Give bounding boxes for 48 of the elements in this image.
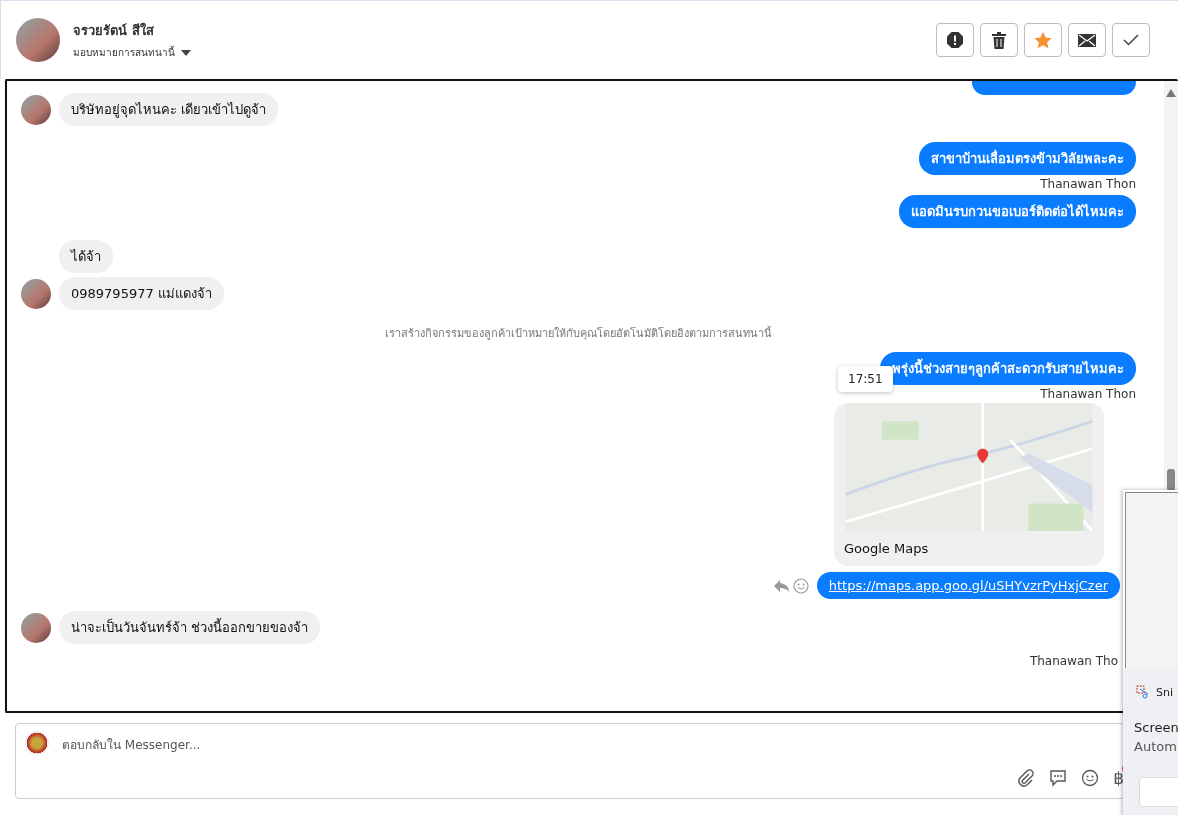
- page-avatar: [25, 731, 49, 755]
- message-bubble: 0989795977 แม่แดงจ้า: [59, 277, 224, 310]
- report-button[interactable]: [936, 23, 974, 57]
- smiley-icon: [1081, 769, 1100, 787]
- caret-icon: [181, 49, 191, 56]
- done-button[interactable]: [1112, 23, 1150, 57]
- emoji-button[interactable]: [1081, 769, 1100, 787]
- sender-name: Thanawan Thon: [1040, 387, 1136, 401]
- message-bubble: แอดมินรบกวนขอเบอร์ติดต่อได้ไหมคะ: [899, 195, 1136, 228]
- scrollbar-thumb[interactable]: [1167, 469, 1175, 491]
- star-icon: [1034, 31, 1052, 49]
- notification-body: Autom: [1134, 739, 1177, 754]
- contact-name: จรวยรัตน์ สีใส: [73, 21, 155, 40]
- paperclip-icon: [1017, 769, 1036, 787]
- message-bubble: ได้จ้า: [59, 240, 113, 273]
- smiley-icon[interactable]: [792, 577, 809, 594]
- reply-input[interactable]: ตอบกลับใน Messenger...: [60, 737, 664, 753]
- notification-title: Screen: [1134, 720, 1178, 735]
- message-bubble: สาขาบ้านเลื่อมตรงข้ามวิลัยพละคะ: [919, 142, 1136, 175]
- system-notice: เราสร้างกิจกรรมของลูกค้าเป้าหมายให้กับคุณโดยอัตโนมัติโดยอิงตามการสนทนานี้: [385, 325, 772, 342]
- assign-dropdown[interactable]: มอบหมายการสนทนานี้: [73, 45, 191, 60]
- saved-reply-button[interactable]: [1049, 769, 1068, 787]
- envelope-icon: [1078, 33, 1096, 47]
- alert-icon: [946, 31, 964, 49]
- delete-button[interactable]: [980, 23, 1018, 57]
- message-bubble: น่าจะเป็นวันจันทร์จ้า ช่วงนี้ออกขายของจ้า: [59, 611, 321, 644]
- avatar: [21, 612, 51, 643]
- map-card[interactable]: Google Maps: [834, 403, 1104, 566]
- scissors-icon: [1136, 685, 1150, 699]
- map-title: Google Maps: [843, 540, 930, 558]
- trash-icon: [992, 31, 1006, 49]
- reply-box[interactable]: ตอบกลับใน Messenger... ฿: [15, 723, 1125, 799]
- message-bubble: บริษัทอยู่จุดไหนคะ เดียวเข้าไปดูจ้า: [59, 93, 279, 126]
- scroll-up-arrow-icon[interactable]: [1166, 89, 1176, 97]
- app-name: Sni: [1156, 685, 1173, 699]
- avatar: [21, 94, 51, 125]
- sender-name: Thanawan Tho: [1029, 654, 1118, 668]
- star-button[interactable]: [1024, 23, 1062, 57]
- avatar: [21, 278, 51, 309]
- sender-name: Thanawan Thon: [1040, 177, 1136, 191]
- time-tooltip: 17:51: [838, 366, 893, 392]
- mail-button[interactable]: [1068, 23, 1106, 57]
- speech-bubble-icon: [1049, 769, 1068, 787]
- message-bubble: พรุ่งนี้ช่วงสายๆลูกค้าสะดวกรับสายไหมคะ: [880, 352, 1136, 385]
- check-icon: [1123, 34, 1139, 46]
- contact-avatar: [16, 18, 60, 62]
- reply-icon[interactable]: [772, 578, 789, 593]
- attach-button[interactable]: [1017, 769, 1036, 787]
